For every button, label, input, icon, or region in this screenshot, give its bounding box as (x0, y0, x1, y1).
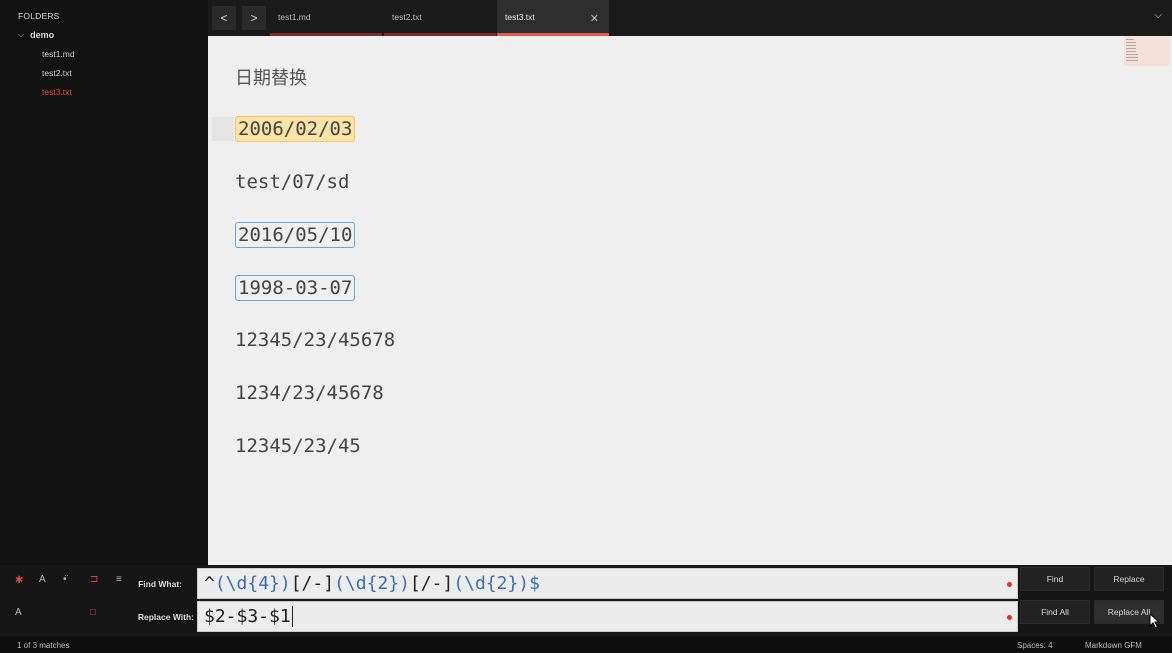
find-label: Find What: (138, 579, 182, 589)
mouse-pointer-icon (1149, 613, 1161, 629)
find-replace-panel: ✱ A •̈ ⊐ ≡ A □ Find What: Replace With: … (0, 565, 1172, 637)
regex-token: (\d{2}) (453, 573, 530, 594)
chevron-down-icon: ⌵ (18, 30, 25, 39)
editor-line: 日期替换 (235, 68, 307, 89)
match-count: 1 of 3 matches (17, 641, 70, 650)
editor[interactable]: 日期替换 2006/02/03 test/07/sd 2016/05/10 19… (208, 36, 1172, 565)
search-match: 1998-03-07 (235, 275, 356, 301)
tab-label: test1.md (278, 11, 311, 22)
forward-button[interactable]: > (242, 6, 266, 30)
tab-test3[interactable]: test3.txt ✕ (497, 0, 609, 36)
regex-token: (\d{2}) (334, 573, 410, 594)
editor-line: test/07/sd (235, 171, 350, 193)
regex-token: [/-] (290, 573, 335, 594)
sidebar-file-test3[interactable]: test3.txt (42, 87, 72, 97)
status-bar: 1 of 3 matches Spaces: 4 Markdown GFM (0, 637, 1172, 653)
tab-test1[interactable]: test1.md (270, 0, 382, 36)
syntax-selector[interactable]: Markdown GFM (1085, 641, 1142, 650)
indentation-setting[interactable]: Spaces: 4 (1017, 641, 1053, 650)
replace-button[interactable]: Replace (1094, 567, 1164, 591)
back-button[interactable]: < (212, 6, 236, 30)
regex-token: (\d{4}) (214, 573, 291, 594)
editor-line: 1234/23/45678 (235, 382, 384, 404)
replace-value: $2-$3-$1 (204, 606, 291, 627)
find-input[interactable]: ^(\d{4})[/-](\d{2})[/-](\d{2})$ (197, 568, 1018, 599)
editor-line: 12345/23/45678 (235, 329, 396, 351)
folder-demo[interactable]: ⌵ demo (18, 30, 54, 40)
replace-input[interactable]: $2-$3-$1 (197, 601, 1018, 632)
search-match: 2016/05/10 (235, 222, 356, 248)
find-button[interactable]: Find (1020, 567, 1090, 591)
sidebar: FOLDERS ⌵ demo test1.md test2.txt test3.… (0, 0, 208, 565)
regex-toggle-icon[interactable]: ✱ (15, 575, 23, 586)
regex-token: ^ (204, 573, 215, 594)
case-sensitive-icon[interactable]: A (39, 574, 46, 585)
preserve-case-icon[interactable]: A (15, 607, 22, 618)
whole-word-icon[interactable]: •̈ (63, 574, 67, 585)
regex-token: $ (529, 573, 540, 594)
chevron-down-icon[interactable]: ⌵ (1154, 10, 1162, 21)
highlight-matches-icon[interactable]: □ (90, 607, 96, 618)
search-match-current: 2006/02/03 (235, 116, 356, 142)
sidebar-file-test1[interactable]: test1.md (42, 49, 75, 59)
minimap[interactable] (1124, 36, 1170, 66)
sidebar-file-test2[interactable]: test2.txt (42, 68, 72, 78)
folder-label: demo (30, 30, 55, 40)
tab-bar: < > test1.md test2.txt test3.txt ✕ ⌵ (208, 0, 1172, 36)
wrap-icon[interactable]: ⊐ (90, 574, 98, 585)
tab-test2[interactable]: test2.txt (384, 0, 496, 36)
editor-line: 12345/23/45 (235, 435, 361, 457)
tab-label: test3.txt (505, 11, 535, 22)
folders-header: FOLDERS (18, 11, 60, 21)
status-dot-icon (1007, 615, 1012, 620)
find-all-button[interactable]: Find All (1020, 600, 1090, 624)
editor-line: 2006/02/03 (235, 116, 356, 142)
tab-label: test2.txt (392, 11, 422, 22)
status-dot-icon (1007, 582, 1012, 587)
editor-line: 1998-03-07 (235, 275, 356, 301)
replace-label: Replace With: (137, 612, 194, 622)
close-icon[interactable]: ✕ (590, 12, 599, 25)
regex-token: [/-] (409, 573, 454, 594)
text-cursor (291, 606, 293, 627)
current-line-gutter (212, 117, 234, 141)
editor-line: 2016/05/10 (235, 222, 356, 248)
